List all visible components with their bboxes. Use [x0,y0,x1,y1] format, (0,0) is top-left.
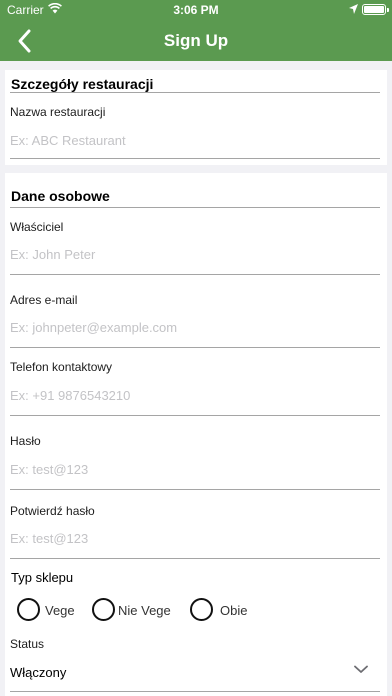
input-underline [10,489,380,490]
password-input[interactable] [10,457,380,481]
input-underline [10,347,380,348]
owner-label: Właściciel [10,220,64,234]
restaurant-name-input[interactable] [10,128,380,152]
status-bar: Carrier 3:06 PM [0,0,392,20]
owner-input[interactable] [10,242,380,266]
clock: 3:06 PM [173,3,219,17]
email-label: Adres e-mail [10,293,78,307]
input-underline [10,158,380,159]
input-underline [10,415,380,416]
radio-vege-label[interactable]: Vege [45,603,75,618]
radio-non-vege[interactable] [92,598,115,621]
radio-both-label[interactable]: Obie [220,603,247,618]
location-arrow-icon [349,4,358,14]
input-underline [10,274,380,275]
section-divider [10,207,380,208]
radio-non-vege-label[interactable]: Nie Vege [118,603,171,618]
radio-both[interactable] [190,598,213,621]
restaurant-section-title: Szczegóły restauracji [11,76,154,92]
email-input[interactable] [10,315,380,339]
chevron-down-icon[interactable] [354,665,368,674]
radio-vege[interactable] [17,598,40,621]
confirm-password-label: Potwierdź hasło [10,504,95,518]
section-divider [10,92,380,93]
personal-details-card: Dane osobowe Właściciel Adres e-mail Tel… [5,173,387,696]
phone-label: Telefon kontaktowy [10,360,113,374]
page-title: Sign Up [163,31,229,50]
restaurant-name-label: Nazwa restauracji [10,105,106,119]
input-underline [10,558,380,559]
status-select[interactable]: Włączony [10,665,66,680]
select-underline [10,691,380,692]
shop-type-label: Typ sklepu [11,570,74,585]
personal-section-title: Dane osobowe [11,188,110,204]
navigation-bar: Sign Up [0,20,392,61]
restaurant-details-card: Szczegóły restauracji Nazwa restauracji [5,70,387,165]
password-label: Hasło [10,434,41,448]
status-label: Status [10,637,45,651]
battery-icon [362,4,389,15]
confirm-password-input[interactable] [10,526,380,550]
phone-input[interactable] [10,383,380,407]
